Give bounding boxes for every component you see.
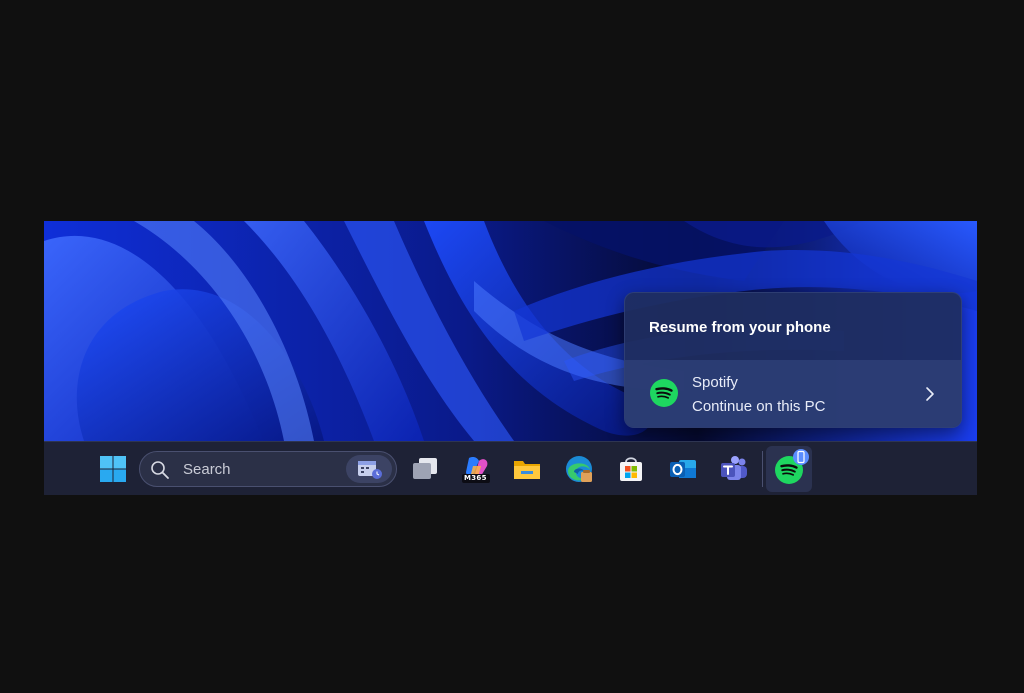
resume-spotify-item[interactable]: Spotify Continue on this PC: [625, 360, 961, 427]
teams-icon[interactable]: [719, 454, 749, 484]
chevron-right-icon: [926, 387, 934, 401]
folder-icon[interactable]: [512, 454, 542, 484]
edge-icon[interactable]: [564, 454, 594, 484]
popup-action-text: Continue on this PC: [692, 398, 826, 415]
m365-icon[interactable]: M365: [461, 454, 491, 484]
spotify-taskbar-button[interactable]: [766, 446, 812, 492]
outlook-icon[interactable]: [668, 454, 698, 484]
task-view-icon[interactable]: [410, 454, 440, 484]
taskbar-divider: [762, 451, 763, 487]
spotify-icon: [650, 379, 678, 407]
m365-label: M365: [464, 474, 487, 482]
desktop-screenshot: Resume from your phone Spotify Continue …: [44, 221, 977, 495]
search-icon: [151, 461, 169, 479]
windows-logo-icon[interactable]: [98, 454, 128, 484]
calendar-icon: [358, 461, 382, 479]
store-icon[interactable]: [616, 454, 646, 484]
resume-from-phone-popup: Resume from your phone Spotify Continue …: [624, 292, 962, 428]
popup-title: Resume from your phone: [649, 319, 831, 336]
search-placeholder: Search: [183, 461, 231, 478]
search-box[interactable]: Search: [139, 451, 397, 487]
taskbar: Search M365: [44, 441, 977, 495]
search-highlight-button[interactable]: [346, 455, 392, 483]
phone-badge-icon: [793, 449, 809, 465]
popup-app-name: Spotify: [692, 374, 738, 391]
